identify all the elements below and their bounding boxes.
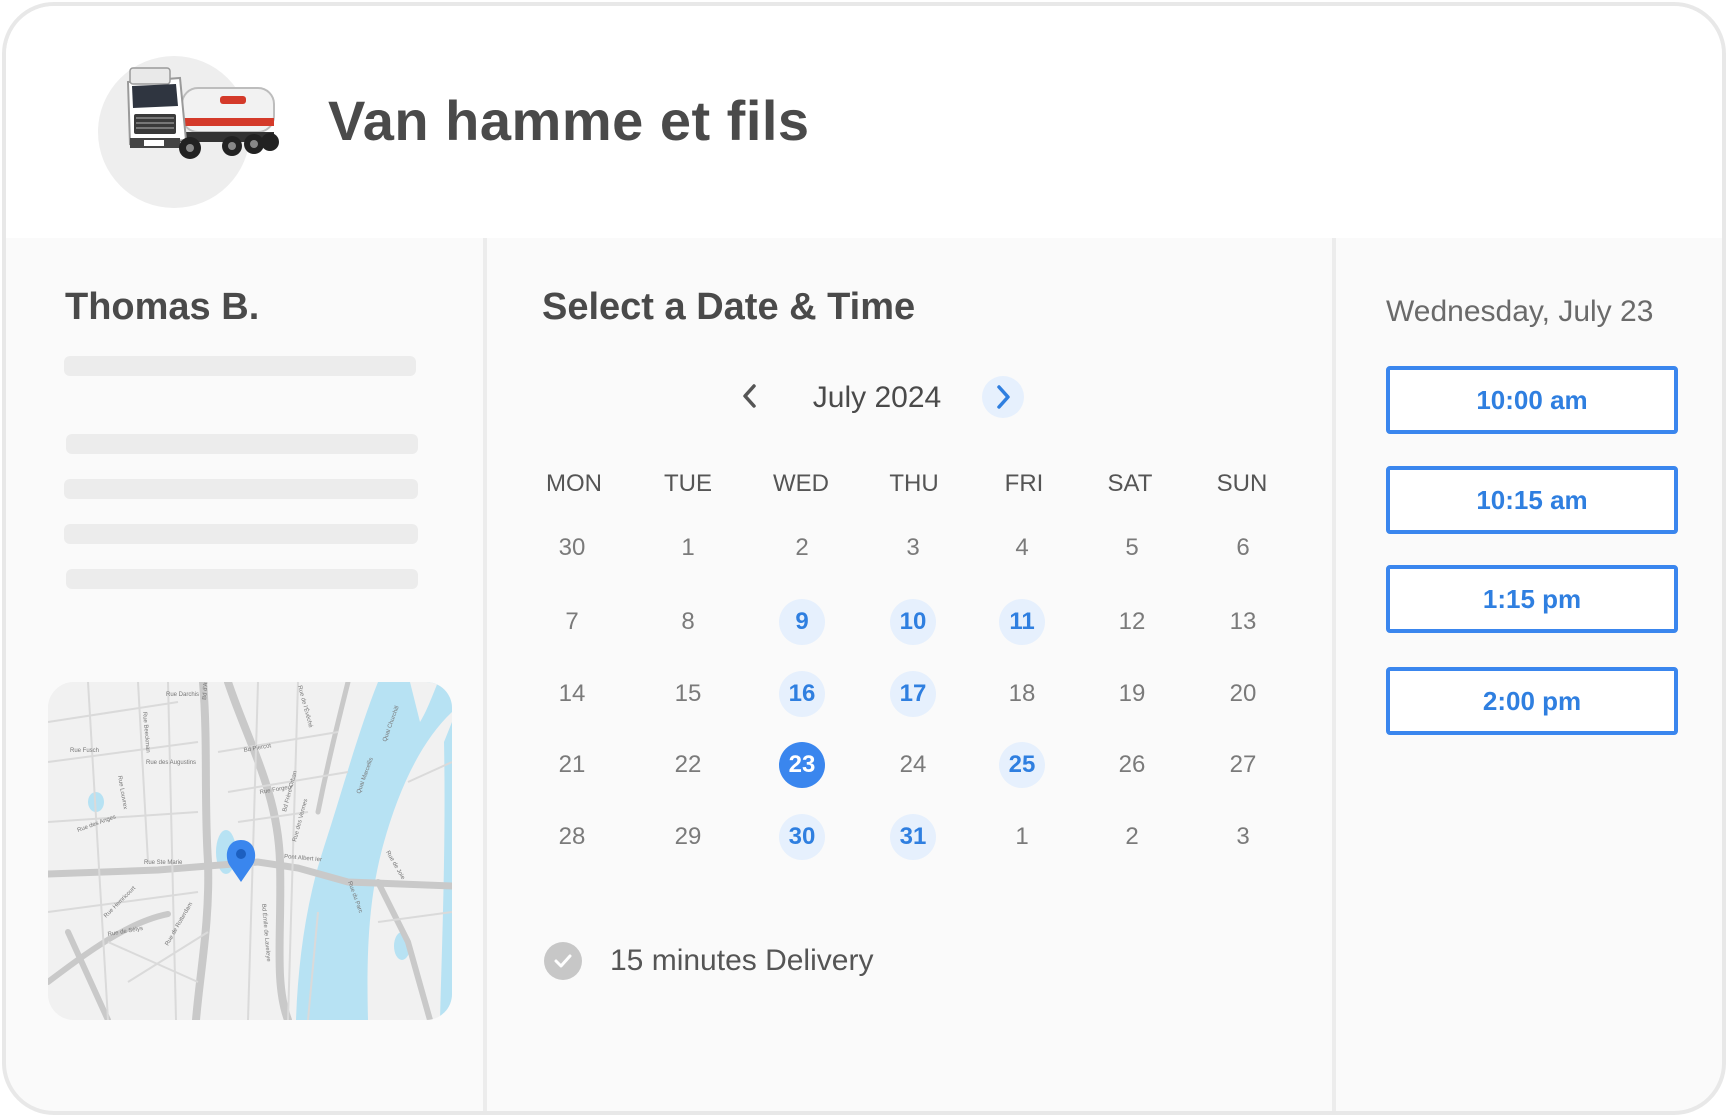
calendar-day: 3 (906, 534, 920, 561)
calendar-day: 14 (558, 680, 586, 707)
calendar-day[interactable]: 31 (890, 814, 936, 860)
calendar-day[interactable]: 10 (890, 599, 936, 645)
calendar-day: 29 (674, 823, 702, 850)
calendar-day: 21 (558, 751, 586, 778)
calendar-day: 12 (1118, 608, 1146, 635)
calendar-day: 6 (1236, 534, 1250, 561)
calendar-day[interactable]: 16 (779, 671, 825, 717)
calendar-day[interactable]: 17 (890, 671, 936, 717)
booking-card: Van hamme et fils Thomas B. Rue Darchis … (2, 2, 1726, 1115)
weekday-label: SAT (1107, 470, 1153, 497)
calendar-day: 28 (558, 823, 586, 850)
skeleton-line (64, 479, 418, 499)
map-street-label: Rue Fusch (70, 748, 99, 754)
truck-icon (126, 67, 279, 159)
map-canvas: Rue Darchis Rue Fusch Rue Beeckman Bd d'… (48, 682, 452, 1020)
calendar-day: 2 (1125, 823, 1139, 850)
calendar-day: 5 (1125, 534, 1139, 561)
calendar-day: 24 (899, 751, 927, 778)
calendar-day[interactable]: 25 (999, 742, 1045, 788)
calendar-day: 19 (1118, 680, 1146, 707)
chevron-right-icon (997, 385, 1010, 409)
month-label: July 2024 (812, 381, 942, 414)
time-slot-button[interactable]: 10:00 am (1386, 366, 1678, 434)
calendar-day: 13 (1229, 608, 1257, 635)
time-slot-button[interactable]: 2:00 pm (1386, 667, 1678, 735)
calendar-day[interactable]: 11 (999, 599, 1045, 645)
calendar-day[interactable]: 9 (779, 599, 825, 645)
skeleton-line (66, 434, 418, 454)
chevron-left-icon (743, 384, 756, 408)
company-logo (98, 56, 279, 208)
calendar-day: 1 (1015, 823, 1029, 850)
check-circle-icon (544, 942, 582, 980)
calendar-day: 3 (1236, 823, 1250, 850)
right-column-divider (1332, 238, 1336, 1111)
weekday-label: TUE (664, 470, 712, 497)
calendar-day[interactable]: 30 (779, 814, 825, 860)
calendar-day: 8 (681, 608, 695, 635)
calendar-day: 26 (1118, 751, 1146, 778)
previous-month-button[interactable] (732, 378, 768, 414)
duration-info: 15 minutes Delivery (544, 942, 873, 980)
skeleton-line (64, 356, 416, 376)
calendar-day-selected[interactable]: 23 (779, 742, 825, 788)
left-column-divider (483, 238, 487, 1111)
section-title: Select a Date & Time (542, 286, 916, 328)
calendar-day: 2 (795, 534, 809, 561)
weekday-label: THU (889, 470, 939, 497)
calendar-day: 1 (681, 534, 695, 561)
duration-label: 15 minutes Delivery (610, 944, 874, 977)
time-slot-button[interactable]: 10:15 am (1386, 466, 1678, 534)
header: Van hamme et fils (6, 6, 1722, 238)
next-month-button[interactable] (982, 376, 1024, 418)
calendar-day: 22 (674, 751, 702, 778)
calendar-day: 20 (1229, 680, 1257, 707)
skeleton-line (64, 524, 418, 544)
calendar-day: 30 (558, 534, 586, 561)
map-street-label: Rue Darchis (166, 692, 199, 698)
selected-date-label: Wednesday, July 23 (1386, 295, 1654, 328)
map-street-label: Rue des Augustins (146, 760, 196, 766)
skeleton-line (66, 569, 418, 589)
calendar-day: 18 (1008, 680, 1036, 707)
time-slot-button[interactable]: 1:15 pm (1386, 565, 1678, 633)
location-map[interactable]: Rue Darchis Rue Fusch Rue Beeckman Bd d'… (48, 682, 452, 1020)
calendar-day: 7 (565, 608, 579, 635)
weekday-label: FRI (1004, 470, 1044, 497)
calendar-day: 27 (1229, 751, 1257, 778)
map-street-label: Rue Ste Marie (144, 860, 183, 866)
host-name: Thomas B. (65, 286, 260, 328)
weekday-label: WED (773, 470, 829, 497)
weekday-label: SUN (1216, 470, 1268, 497)
calendar-day: 4 (1015, 534, 1029, 561)
calendar-day: 15 (674, 680, 702, 707)
weekday-label: MON (546, 470, 602, 497)
company-name: Van hamme et fils (328, 89, 810, 152)
